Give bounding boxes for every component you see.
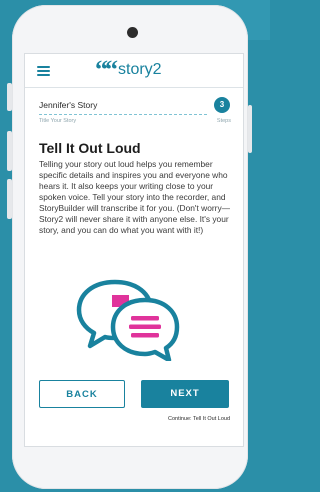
phone-side-button: [248, 105, 252, 153]
steps-label: Steps: [216, 118, 231, 124]
app-logo[interactable]: ““ story2: [95, 55, 162, 84]
instruction-text: Telling your story out loud helps you re…: [39, 159, 231, 235]
camera-icon: [127, 27, 138, 38]
app-screen: ““ story2 Jennifer's Story Title Your St…: [24, 53, 244, 447]
phone-side-button: [7, 179, 12, 219]
story-title: Jennifer's Story: [39, 100, 98, 110]
page-title: Tell It Out Loud: [39, 140, 141, 156]
continue-note: Continue: Tell It Out Loud: [168, 416, 230, 422]
phone-side-button: [7, 131, 12, 171]
next-button[interactable]: NEXT: [141, 380, 229, 408]
story-progress: Jennifer's Story Title Your Story 3 Step…: [25, 88, 243, 128]
phone-side-button: [7, 83, 12, 111]
speech-bubbles-icon: [76, 279, 180, 361]
menu-icon[interactable]: [37, 66, 50, 76]
back-button[interactable]: BACK: [39, 380, 125, 408]
logo-text: story2: [118, 61, 162, 78]
step-badge[interactable]: 3: [214, 97, 230, 113]
current-step-label: Title Your Story: [39, 118, 77, 124]
progress-dashed-line: [39, 114, 207, 115]
logo-quote-icon: ““: [95, 55, 118, 84]
app-header: ““ story2: [25, 54, 243, 88]
